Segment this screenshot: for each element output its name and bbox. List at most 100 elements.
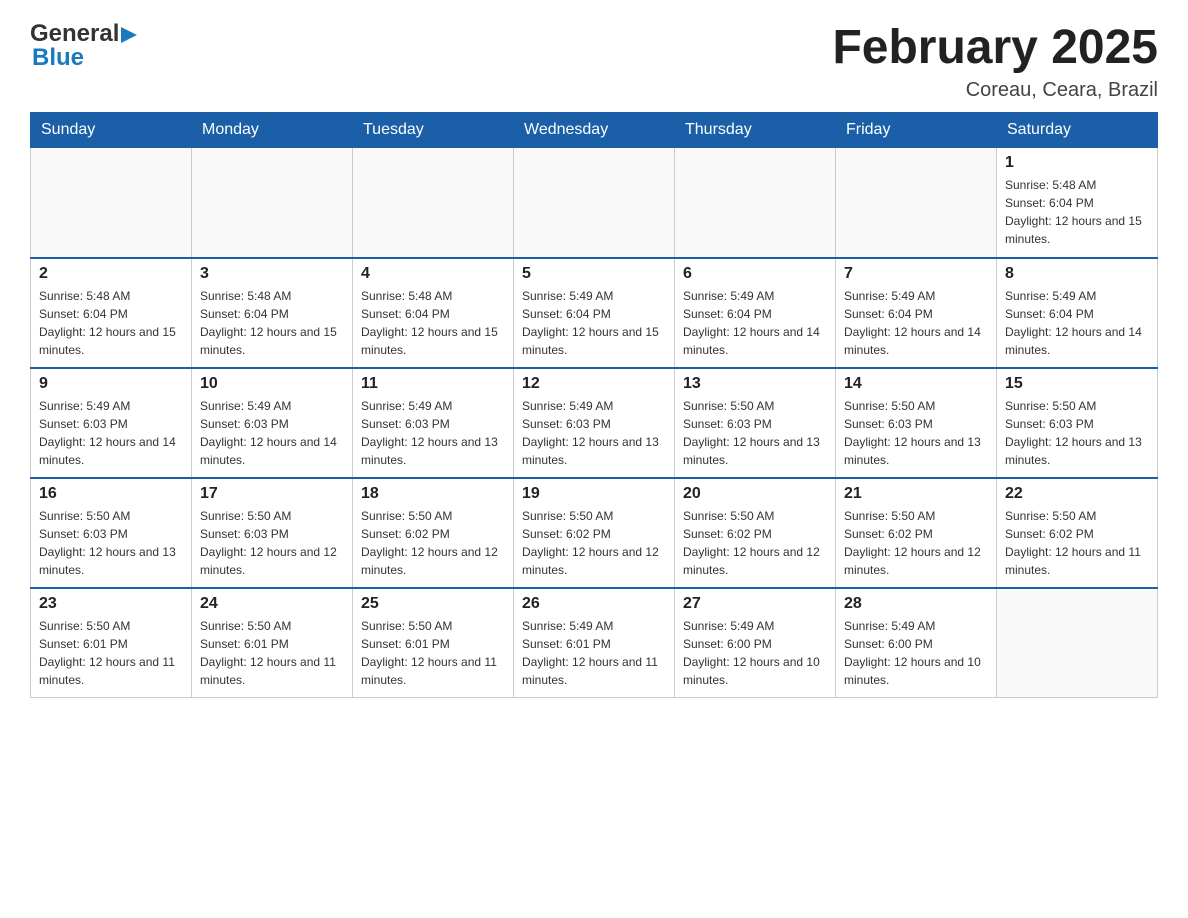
day-info: Sunrise: 5:50 AMSunset: 6:01 PMDaylight:… bbox=[39, 617, 183, 689]
day-info: Sunrise: 5:49 AMSunset: 6:03 PMDaylight:… bbox=[200, 397, 344, 469]
day-info: Sunrise: 5:50 AMSunset: 6:03 PMDaylight:… bbox=[200, 507, 344, 579]
day-info: Sunrise: 5:48 AMSunset: 6:04 PMDaylight:… bbox=[1005, 176, 1149, 248]
day-number: 22 bbox=[1005, 485, 1149, 503]
day-info: Sunrise: 5:49 AMSunset: 6:04 PMDaylight:… bbox=[1005, 287, 1149, 359]
day-number: 19 bbox=[522, 485, 666, 503]
calendar-day-cell: 16Sunrise: 5:50 AMSunset: 6:03 PMDayligh… bbox=[31, 478, 192, 588]
logo-arrow-icon bbox=[121, 27, 137, 43]
day-number: 12 bbox=[522, 375, 666, 393]
day-number: 7 bbox=[844, 265, 988, 283]
calendar-day-cell: 4 Sunrise: 5:48 AMSunset: 6:04 PMDaylight… bbox=[353, 258, 514, 368]
day-number: 3 bbox=[200, 265, 344, 283]
calendar-day-cell: 8 Sunrise: 5:49 AMSunset: 6:04 PMDaylight… bbox=[997, 258, 1158, 368]
title-section: February 2025 Coreau, Ceara, Brazil bbox=[832, 20, 1158, 102]
calendar-day-cell: 10 Sunrise: 5:49 AMSunset: 6:03 PMDayligh… bbox=[192, 368, 353, 478]
day-info: Sunrise: 5:50 AMSunset: 6:03 PMDaylight:… bbox=[39, 507, 183, 579]
calendar-day-cell: 25 Sunrise: 5:50 AMSunset: 6:01 PMDayligh… bbox=[353, 588, 514, 698]
calendar-day-cell: 18 Sunrise: 5:50 AMSunset: 6:02 PMDayligh… bbox=[353, 478, 514, 588]
day-info: Sunrise: 5:50 AMSunset: 6:02 PMDaylight:… bbox=[1005, 507, 1149, 579]
calendar-day-cell: 24Sunrise: 5:50 AMSunset: 6:01 PMDayligh… bbox=[192, 588, 353, 698]
calendar-day-cell: 26Sunrise: 5:49 AMSunset: 6:01 PMDayligh… bbox=[514, 588, 675, 698]
calendar-week-row: 16Sunrise: 5:50 AMSunset: 6:03 PMDayligh… bbox=[31, 478, 1158, 588]
calendar-day-cell: 12 Sunrise: 5:49 AMSunset: 6:03 PMDayligh… bbox=[514, 368, 675, 478]
calendar-day-cell bbox=[514, 148, 675, 258]
day-info: Sunrise: 5:49 AMSunset: 6:00 PMDaylight:… bbox=[683, 617, 827, 689]
day-number: 17 bbox=[200, 485, 344, 503]
day-number: 13 bbox=[683, 375, 827, 393]
day-number: 23 bbox=[39, 595, 183, 613]
calendar-day-cell: 19 Sunrise: 5:50 AMSunset: 6:02 PMDayligh… bbox=[514, 478, 675, 588]
calendar-day-cell: 2 Sunrise: 5:48 AMSunset: 6:04 PMDaylight… bbox=[31, 258, 192, 368]
day-info: Sunrise: 5:50 AMSunset: 6:02 PMDaylight:… bbox=[361, 507, 505, 579]
day-info: Sunrise: 5:48 AMSunset: 6:04 PMDaylight:… bbox=[200, 287, 344, 359]
day-info: Sunrise: 5:50 AMSunset: 6:03 PMDaylight:… bbox=[1005, 397, 1149, 469]
day-number: 8 bbox=[1005, 265, 1149, 283]
day-number: 18 bbox=[361, 485, 505, 503]
logo: General Blue bbox=[30, 20, 137, 72]
day-info: Sunrise: 5:48 AMSunset: 6:04 PMDaylight:… bbox=[39, 287, 183, 359]
day-number: 2 bbox=[39, 265, 183, 283]
calendar-day-cell: 11 Sunrise: 5:49 AMSunset: 6:03 PMDayligh… bbox=[353, 368, 514, 478]
day-info: Sunrise: 5:49 AMSunset: 6:00 PMDaylight:… bbox=[844, 617, 988, 689]
calendar-day-cell: 21 Sunrise: 5:50 AMSunset: 6:02 PMDayligh… bbox=[836, 478, 997, 588]
logo-blue-text: Blue bbox=[32, 44, 84, 72]
calendar-week-row: 2 Sunrise: 5:48 AMSunset: 6:04 PMDaylight… bbox=[31, 258, 1158, 368]
day-number: 11 bbox=[361, 375, 505, 393]
calendar-day-cell: 15 Sunrise: 5:50 AMSunset: 6:03 PMDayligh… bbox=[997, 368, 1158, 478]
day-info: Sunrise: 5:49 AMSunset: 6:04 PMDaylight:… bbox=[683, 287, 827, 359]
day-info: Sunrise: 5:50 AMSunset: 6:01 PMDaylight:… bbox=[361, 617, 505, 689]
calendar-day-cell bbox=[836, 148, 997, 258]
calendar-day-cell: 7 Sunrise: 5:49 AMSunset: 6:04 PMDaylight… bbox=[836, 258, 997, 368]
calendar-day-cell: 9Sunrise: 5:49 AMSunset: 6:03 PMDaylight… bbox=[31, 368, 192, 478]
day-number: 4 bbox=[361, 265, 505, 283]
day-number: 10 bbox=[200, 375, 344, 393]
day-number: 27 bbox=[683, 595, 827, 613]
day-number: 21 bbox=[844, 485, 988, 503]
calendar-day-cell: 27 Sunrise: 5:49 AMSunset: 6:00 PMDayligh… bbox=[675, 588, 836, 698]
calendar-day-cell bbox=[997, 588, 1158, 698]
weekday-header-friday: Friday bbox=[836, 113, 997, 148]
calendar-day-cell bbox=[192, 148, 353, 258]
calendar-day-cell: 13 Sunrise: 5:50 AMSunset: 6:03 PMDayligh… bbox=[675, 368, 836, 478]
day-number: 15 bbox=[1005, 375, 1149, 393]
calendar-week-row: 1 Sunrise: 5:48 AMSunset: 6:04 PMDaylight… bbox=[31, 148, 1158, 258]
weekday-header-thursday: Thursday bbox=[675, 113, 836, 148]
weekday-header-tuesday: Tuesday bbox=[353, 113, 514, 148]
calendar-table: SundayMondayTuesdayWednesdayThursdayFrid… bbox=[30, 112, 1158, 698]
calendar-day-cell bbox=[675, 148, 836, 258]
calendar-day-cell: 23 Sunrise: 5:50 AMSunset: 6:01 PMDayligh… bbox=[31, 588, 192, 698]
day-info: Sunrise: 5:49 AMSunset: 6:03 PMDaylight:… bbox=[361, 397, 505, 469]
calendar-week-row: 9Sunrise: 5:49 AMSunset: 6:03 PMDaylight… bbox=[31, 368, 1158, 478]
calendar-week-row: 23 Sunrise: 5:50 AMSunset: 6:01 PMDayligh… bbox=[31, 588, 1158, 698]
calendar-header-row: SundayMondayTuesdayWednesdayThursdayFrid… bbox=[31, 113, 1158, 148]
page-header: General Blue February 2025 Coreau, Ceara… bbox=[30, 20, 1158, 102]
weekday-header-wednesday: Wednesday bbox=[514, 113, 675, 148]
day-number: 25 bbox=[361, 595, 505, 613]
day-number: 26 bbox=[522, 595, 666, 613]
calendar-day-cell bbox=[31, 148, 192, 258]
day-info: Sunrise: 5:50 AMSunset: 6:03 PMDaylight:… bbox=[844, 397, 988, 469]
day-info: Sunrise: 5:49 AMSunset: 6:03 PMDaylight:… bbox=[39, 397, 183, 469]
day-info: Sunrise: 5:50 AMSunset: 6:02 PMDaylight:… bbox=[844, 507, 988, 579]
calendar-day-cell: 14 Sunrise: 5:50 AMSunset: 6:03 PMDayligh… bbox=[836, 368, 997, 478]
day-info: Sunrise: 5:50 AMSunset: 6:03 PMDaylight:… bbox=[683, 397, 827, 469]
day-info: Sunrise: 5:50 AMSunset: 6:02 PMDaylight:… bbox=[522, 507, 666, 579]
day-number: 6 bbox=[683, 265, 827, 283]
day-info: Sunrise: 5:49 AMSunset: 6:03 PMDaylight:… bbox=[522, 397, 666, 469]
calendar-day-cell: 6 Sunrise: 5:49 AMSunset: 6:04 PMDaylight… bbox=[675, 258, 836, 368]
weekday-header-saturday: Saturday bbox=[997, 113, 1158, 148]
weekday-header-sunday: Sunday bbox=[31, 113, 192, 148]
day-number: 14 bbox=[844, 375, 988, 393]
day-number: 5 bbox=[522, 265, 666, 283]
calendar-day-cell: 28Sunrise: 5:49 AMSunset: 6:00 PMDayligh… bbox=[836, 588, 997, 698]
day-number: 1 bbox=[1005, 154, 1149, 172]
day-number: 20 bbox=[683, 485, 827, 503]
day-info: Sunrise: 5:49 AMSunset: 6:04 PMDaylight:… bbox=[522, 287, 666, 359]
calendar-day-cell: 3 Sunrise: 5:48 AMSunset: 6:04 PMDaylight… bbox=[192, 258, 353, 368]
day-info: Sunrise: 5:50 AMSunset: 6:01 PMDaylight:… bbox=[200, 617, 344, 689]
calendar-day-cell: 20Sunrise: 5:50 AMSunset: 6:02 PMDayligh… bbox=[675, 478, 836, 588]
day-info: Sunrise: 5:48 AMSunset: 6:04 PMDaylight:… bbox=[361, 287, 505, 359]
calendar-title: February 2025 bbox=[832, 20, 1158, 75]
weekday-header-monday: Monday bbox=[192, 113, 353, 148]
day-info: Sunrise: 5:49 AMSunset: 6:04 PMDaylight:… bbox=[844, 287, 988, 359]
